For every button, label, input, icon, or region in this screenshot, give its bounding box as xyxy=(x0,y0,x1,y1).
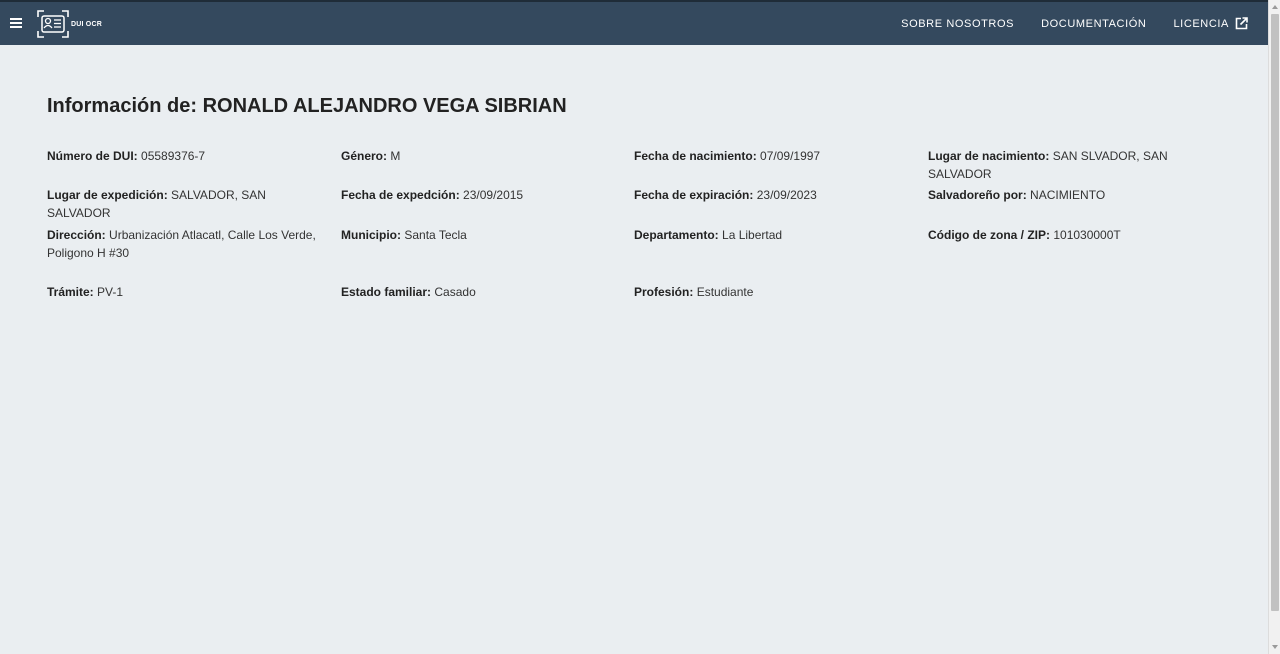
field-value: 23/09/2023 xyxy=(756,188,817,202)
field-label: Trámite: xyxy=(47,285,94,299)
field-direccion: Dirección: Urbanización Atlacatl, Calle … xyxy=(47,226,317,262)
nav-link-licencia[interactable]: LICENCIA xyxy=(1173,17,1248,30)
field-municipio: Municipio: Santa Tecla xyxy=(341,226,616,244)
field-label: Fecha de expiración: xyxy=(634,188,754,202)
hamburger-menu-icon[interactable] xyxy=(10,16,26,30)
nav-links: SOBRE NOSOTROS DOCUMENTACIÓN LICENCIA xyxy=(874,2,1248,45)
field-tramite: Trámite: PV-1 xyxy=(47,283,322,301)
field-label: Estado familiar: xyxy=(341,285,432,299)
page-scrollbar[interactable] xyxy=(1268,0,1280,654)
field-label: Fecha de expedción: xyxy=(341,188,460,202)
scrollbar-thumb[interactable] xyxy=(1271,14,1279,611)
field-value: Santa Tecla xyxy=(404,228,467,242)
field-label: Género: xyxy=(341,149,388,163)
field-profesion: Profesión: Estudiante xyxy=(634,283,909,301)
top-navbar: DUI OCR SOBRE NOSOTROS DOCUMENTACIÓN LIC… xyxy=(0,0,1268,45)
field-value: La Libertad xyxy=(722,228,783,242)
id-card-icon xyxy=(37,10,69,38)
field-value: 101030000T xyxy=(1053,228,1121,242)
nav-link-label: DOCUMENTACIÓN xyxy=(1041,17,1147,30)
field-codigo-zona: Código de zona / ZIP: 101030000T xyxy=(928,226,1203,244)
field-value: 05589376-7 xyxy=(141,149,206,163)
field-label: Profesión: xyxy=(634,285,694,299)
page-title: Información de: RONALD ALEJANDRO VEGA SI… xyxy=(47,95,1237,118)
field-label: Dirección: xyxy=(47,228,106,242)
nav-link-label: SOBRE NOSOTROS xyxy=(901,17,1015,30)
title-prefix: Información de: xyxy=(47,95,198,117)
field-lugar-expedicion: Lugar de expedición: SALVADOR, SAN SALVA… xyxy=(47,186,332,222)
field-value: Casado xyxy=(434,285,476,299)
field-fecha-expedicion: Fecha de expedción: 23/09/2015 xyxy=(341,186,616,204)
nav-link-sobre-nosotros[interactable]: SOBRE NOSOTROS xyxy=(901,18,1014,30)
field-label: Salvadoreño por: xyxy=(928,188,1027,202)
title-person-name: RONALD ALEJANDRO VEGA SIBRIAN xyxy=(202,95,567,117)
main-content: Información de: RONALD ALEJANDRO VEGA SI… xyxy=(47,95,1237,299)
field-value: M xyxy=(390,149,401,163)
field-label: Número de DUI: xyxy=(47,149,138,163)
field-value: PV-1 xyxy=(97,285,124,299)
field-estado-familiar: Estado familiar: Casado xyxy=(341,283,616,301)
field-label: Lugar de expedición: xyxy=(47,188,168,202)
field-value: NACIMIENTO xyxy=(1030,188,1106,202)
field-value: 07/09/1997 xyxy=(760,149,821,163)
field-genero: Género: M xyxy=(341,147,616,165)
app-logo[interactable]: DUI OCR xyxy=(36,9,102,39)
scroll-up-arrow-icon[interactable] xyxy=(1272,5,1278,9)
field-label: Departamento: xyxy=(634,228,719,242)
field-fecha-expiracion: Fecha de expiración: 23/09/2023 xyxy=(634,186,909,204)
logo-text: DUI OCR xyxy=(71,20,102,28)
external-link-icon xyxy=(1235,17,1248,30)
field-label: Fecha de nacimiento: xyxy=(634,149,757,163)
field-numero-dui: Número de DUI: 05589376-7 xyxy=(47,147,322,165)
field-lugar-nacimiento: Lugar de nacimiento: SAN SLVADOR, SAN SA… xyxy=(928,147,1228,183)
field-fecha-nacimiento: Fecha de nacimiento: 07/09/1997 xyxy=(634,147,909,165)
nav-link-documentacion[interactable]: DOCUMENTACIÓN xyxy=(1041,18,1146,30)
field-departamento: Departamento: La Libertad xyxy=(634,226,909,244)
field-salvadoreno-por: Salvadoreño por: NACIMIENTO xyxy=(928,186,1203,204)
field-label: Municipio: xyxy=(341,228,401,242)
field-label: Lugar de nacimiento: xyxy=(928,149,1050,163)
field-value: 23/09/2015 xyxy=(463,188,524,202)
nav-link-label: LICENCIA xyxy=(1173,17,1229,30)
field-label: Código de zona / ZIP: xyxy=(928,228,1050,242)
field-value: Estudiante xyxy=(696,285,754,299)
scroll-down-arrow-icon[interactable] xyxy=(1272,645,1278,649)
